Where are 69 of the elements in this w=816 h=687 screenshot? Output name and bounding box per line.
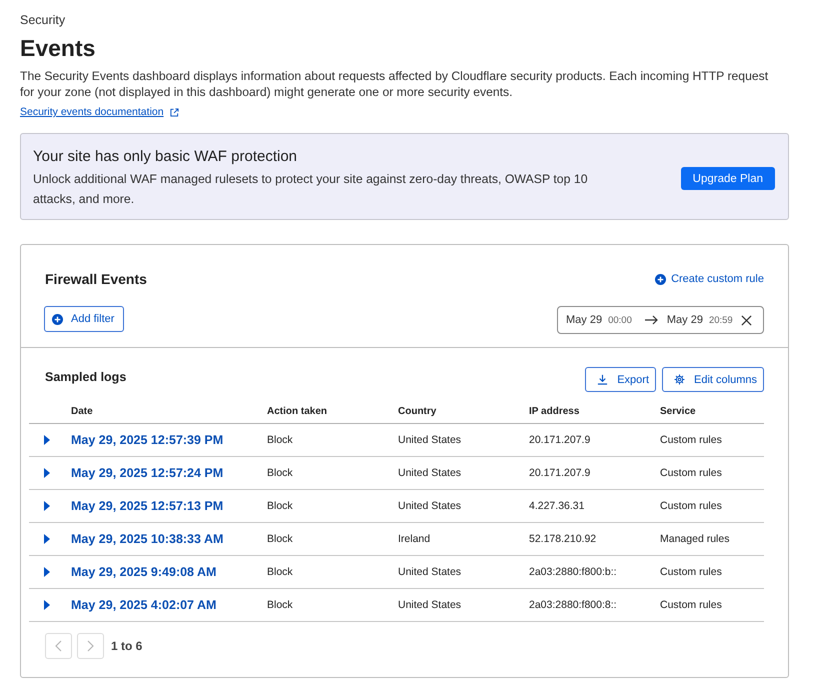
table-cell-text: United States bbox=[397, 500, 462, 512]
table-cell-text: 52.178.210.92 bbox=[528, 533, 596, 545]
date-range-field[interactable]: May 29 00:00 May 29 20:59 bbox=[557, 306, 764, 334]
table-cell-text: United States bbox=[397, 434, 462, 446]
caret-right-icon[interactable] bbox=[44, 501, 50, 511]
table-cell-text: Block bbox=[266, 500, 293, 512]
date-link[interactable]: May 29, 2025 4:02:07 AM bbox=[65, 598, 216, 612]
table-cell-text: Custom rules bbox=[659, 434, 722, 446]
section-title: Firewall Events bbox=[45, 271, 147, 287]
settings-icon bbox=[674, 374, 686, 385]
edit-columns-button[interactable]: Edit columns bbox=[662, 367, 764, 392]
start-date: May 29 bbox=[566, 314, 602, 326]
column-header: Date bbox=[70, 406, 93, 417]
export-button[interactable]: Export bbox=[585, 367, 656, 392]
table-cell-text: Block bbox=[266, 566, 293, 578]
caret-right-icon[interactable] bbox=[44, 468, 50, 478]
table-cell-text: Block bbox=[266, 467, 293, 479]
table-cell-text: Ireland bbox=[397, 533, 430, 545]
plus-circle-icon bbox=[655, 274, 666, 284]
column-header: Country bbox=[397, 406, 436, 417]
end-date: May 29 bbox=[666, 314, 703, 326]
table-cell-text: Block bbox=[266, 533, 293, 545]
table-cell-text: 2a03:2880:f800:b:: bbox=[528, 566, 617, 578]
column-header: Action taken bbox=[266, 406, 328, 417]
table-cell-text: Managed rules bbox=[659, 533, 730, 545]
banner-text: Unlock additional WAF managed rulesets to protect your site against zero-day threats, OWASP top 10 attacks, and more. bbox=[33, 171, 589, 208]
column-header: IP address bbox=[528, 406, 580, 417]
date-link[interactable]: May 29, 2025 9:49:08 AM bbox=[65, 565, 216, 579]
arrow-right-icon bbox=[644, 315, 658, 325]
download-icon bbox=[597, 374, 608, 385]
date-link[interactable]: May 29, 2025 12:57:39 PM bbox=[65, 433, 224, 447]
caret-right-icon[interactable] bbox=[44, 534, 50, 544]
date-link[interactable]: May 29, 2025 12:57:13 PM bbox=[65, 499, 224, 513]
table-cell-text: Custom rules bbox=[659, 500, 722, 512]
end-time: 20:59 bbox=[708, 314, 733, 326]
upgrade-plan-button[interactable]: Upgrade Plan bbox=[680, 167, 775, 190]
table-cell-text: 4.227.36.31 bbox=[528, 500, 584, 512]
table-cell-text: Custom rules bbox=[659, 467, 722, 479]
table-cell-text: Custom rules bbox=[659, 566, 722, 578]
date-link[interactable]: May 29, 2025 12:57:24 PM bbox=[65, 466, 224, 480]
table-cell-text: Block bbox=[266, 434, 293, 446]
caret-right-icon[interactable] bbox=[44, 435, 50, 445]
chevron-right-icon bbox=[87, 640, 94, 652]
caret-right-icon[interactable] bbox=[44, 567, 50, 577]
table-cell-text: United States bbox=[397, 467, 462, 479]
close-icon[interactable] bbox=[741, 314, 752, 326]
table-cell-text: 20.171.207.9 bbox=[528, 467, 590, 479]
date-link[interactable]: May 29, 2025 10:38:33 AM bbox=[65, 532, 224, 546]
external-link-icon bbox=[170, 108, 179, 117]
page-range: 1 to 6 bbox=[111, 639, 142, 653]
table-cell-text: Block bbox=[266, 599, 293, 611]
plus-circle-icon bbox=[52, 314, 63, 324]
table-cell-text: United States bbox=[397, 566, 462, 578]
banner-title: Your site has only basic WAF protection bbox=[33, 147, 298, 167]
chevron-left-icon bbox=[55, 640, 62, 652]
table-cell-text: Custom rules bbox=[659, 599, 722, 611]
page-description: The Security Events dashboard displays information about requests affected by Cloudflare security products. Each incoming HTTP request for your zone (not displayed in this dashboard) might generate one or more security events. bbox=[20, 68, 770, 100]
create-rule-link[interactable]: Create custom rule bbox=[655, 273, 764, 285]
caret-right-icon[interactable] bbox=[44, 600, 50, 610]
table-cell-text: 2a03:2880:f800:8:: bbox=[528, 599, 617, 611]
start-time: 00:00 bbox=[608, 314, 632, 326]
page-title: Events bbox=[20, 34, 96, 62]
section-title: Sampled logs bbox=[45, 370, 126, 384]
add-filter-button[interactable]: Add filter bbox=[44, 306, 124, 332]
column-header: Service bbox=[659, 406, 696, 417]
table-cell-text: United States bbox=[397, 599, 462, 611]
table-cell-text: 20.171.207.9 bbox=[528, 434, 590, 446]
breadcrumb: Security bbox=[20, 12, 66, 28]
documentation-link[interactable]: Security events documentation bbox=[20, 106, 179, 119]
